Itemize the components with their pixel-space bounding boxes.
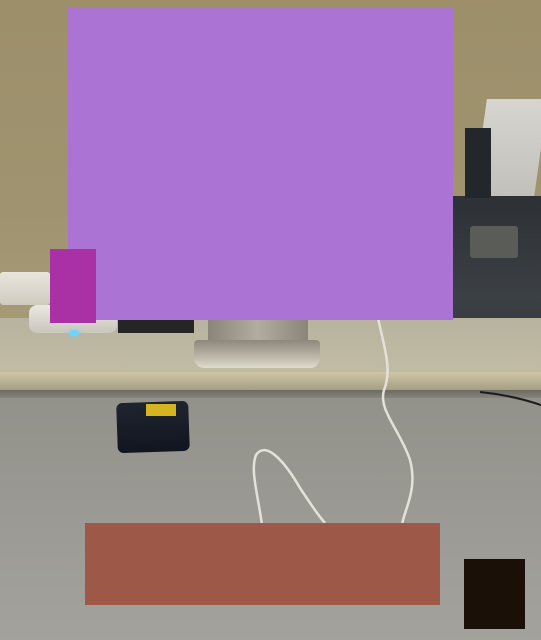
photo-scene [0,0,541,640]
printer-cable [479,391,541,406]
redaction-block-dark [464,559,525,629]
monitor-cable [376,317,414,526]
floor-cable [252,448,326,526]
redaction-block-bottom [85,523,440,605]
redaction-block-monitor [68,7,453,320]
redaction-block-small [50,249,96,323]
